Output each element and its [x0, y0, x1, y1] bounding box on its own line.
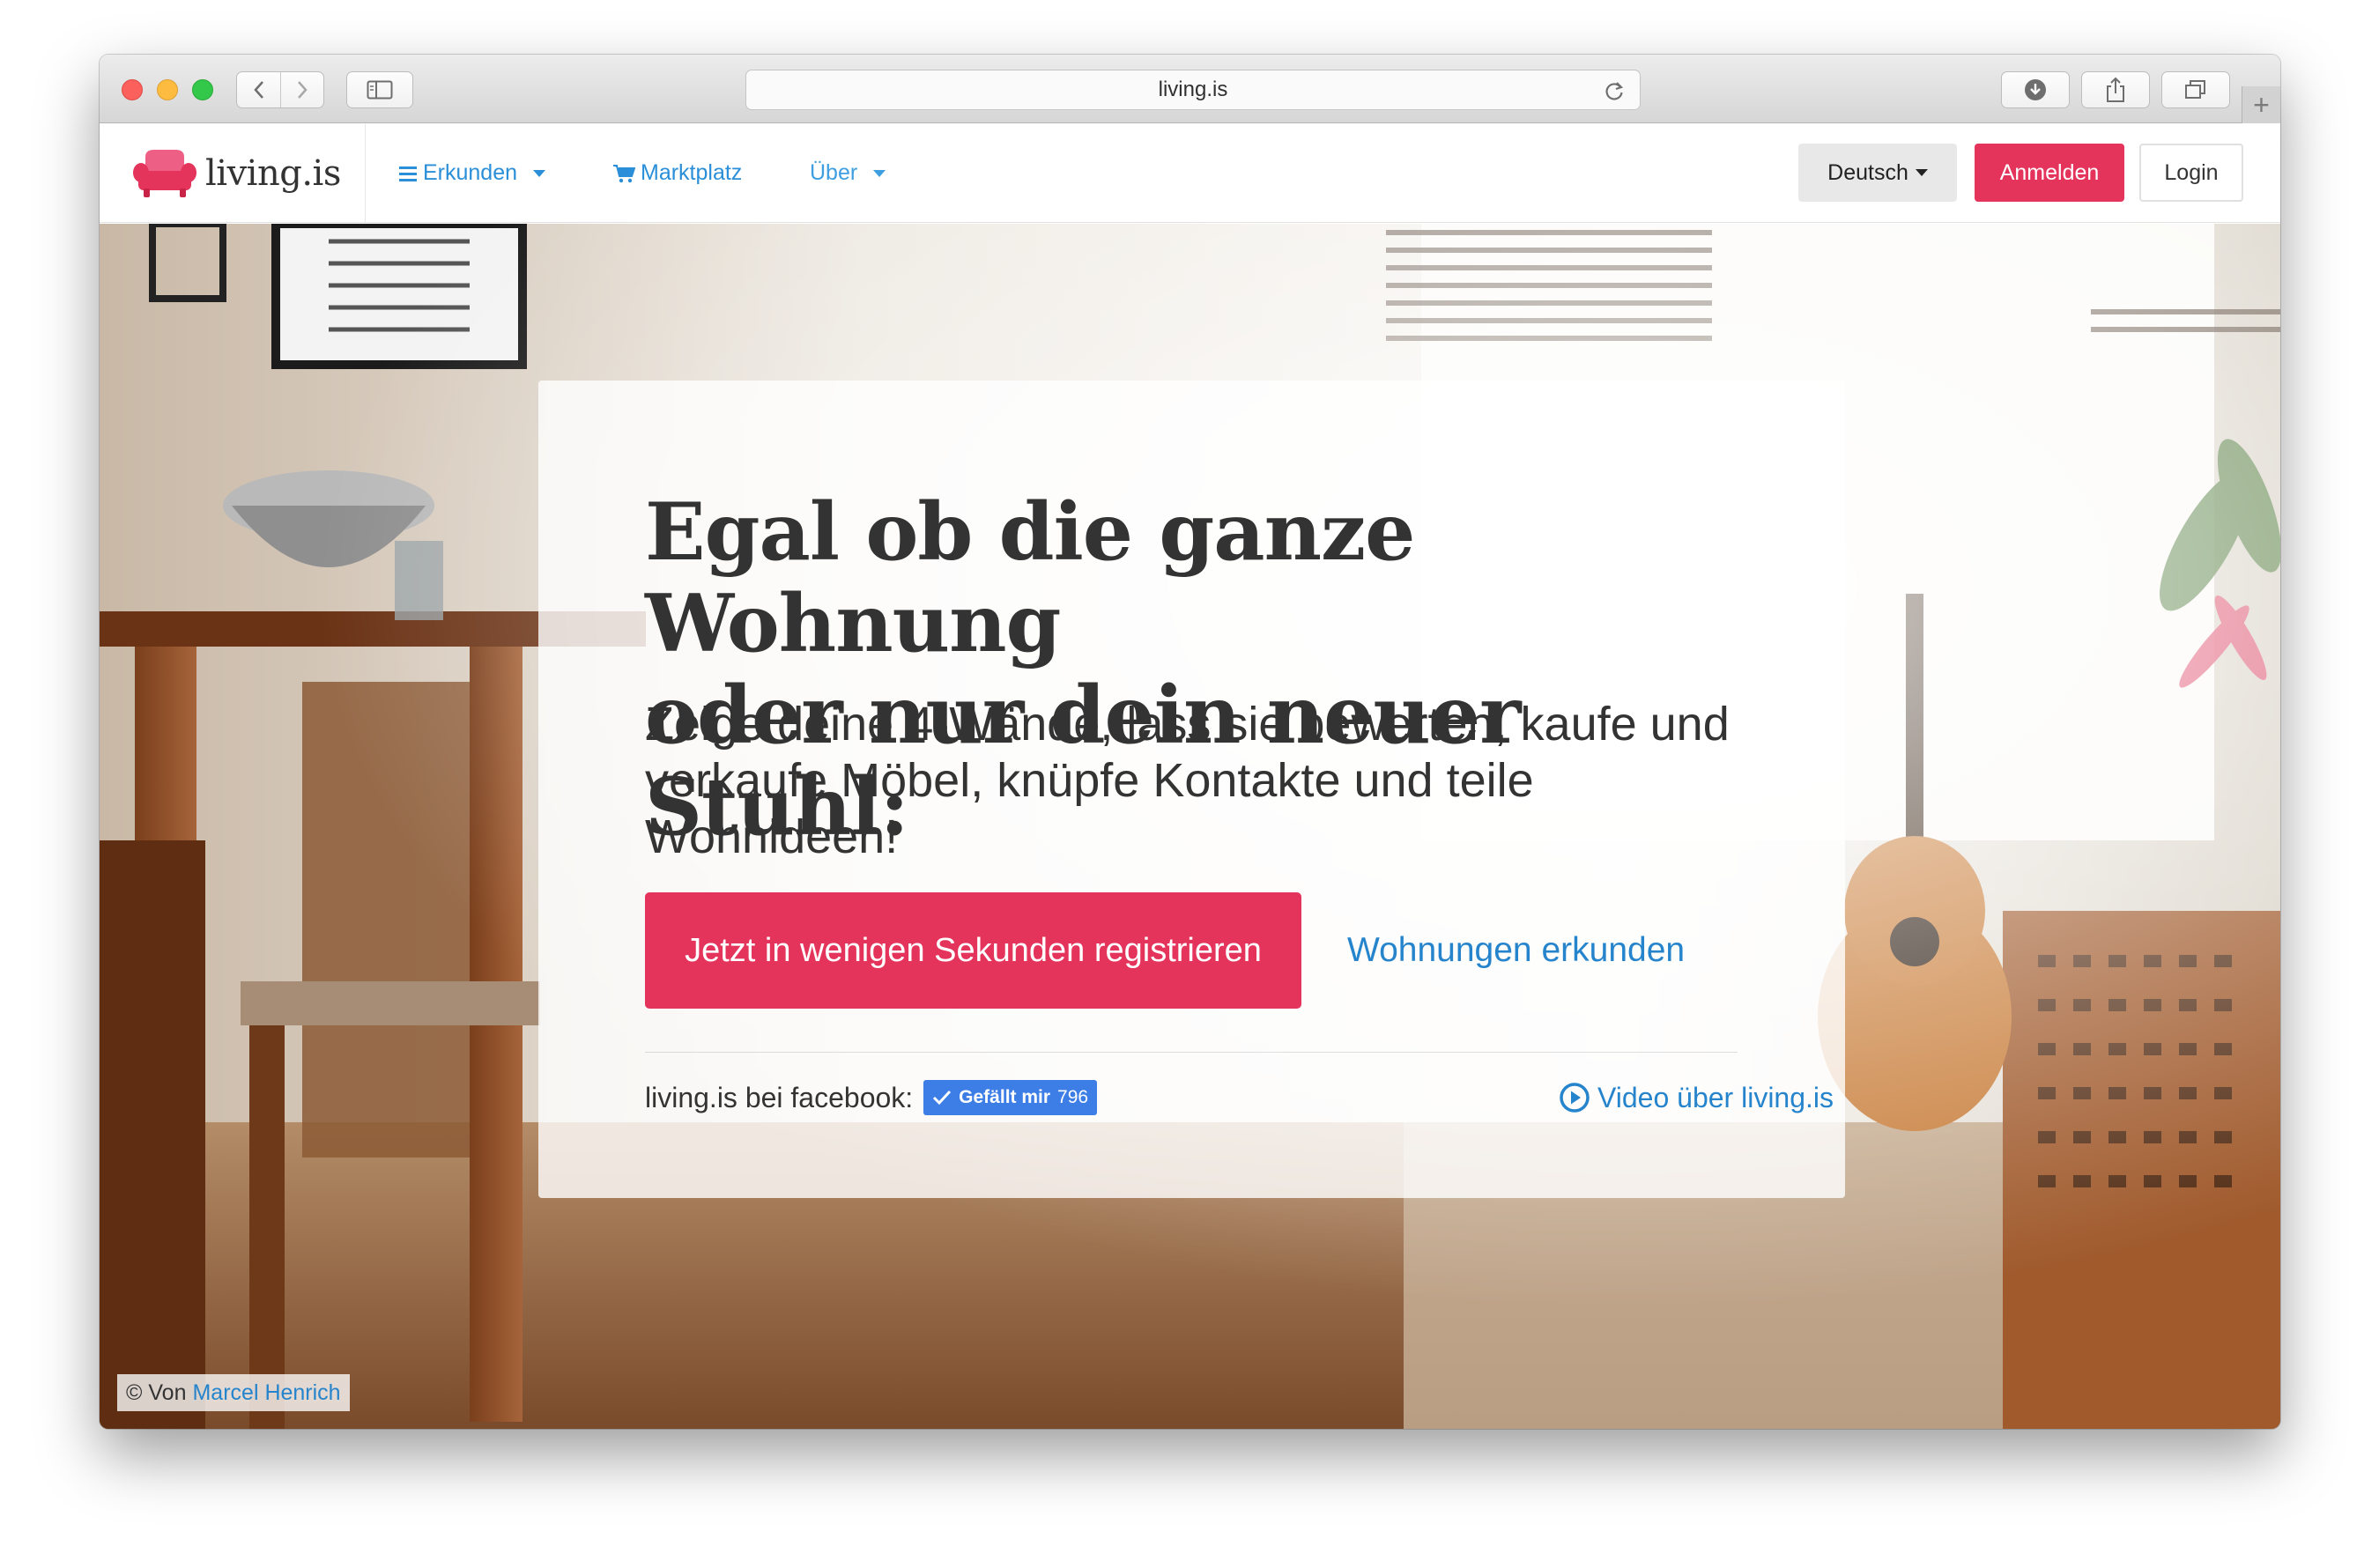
language-select-button[interactable]: Deutsch	[1798, 144, 1957, 202]
back-button[interactable]	[237, 72, 280, 107]
tab-overview-button[interactable]	[2161, 71, 2230, 108]
video-link-label: Video über living.is	[1597, 1081, 1834, 1113]
close-window-button[interactable]	[122, 79, 143, 100]
share-icon	[2107, 77, 2124, 102]
nav-market-link[interactable]: Marktplatz	[612, 124, 742, 222]
chevron-left-icon	[253, 81, 263, 99]
nav-explore-label: Erkunden	[423, 160, 518, 185]
list-icon	[399, 166, 417, 181]
download-icon	[2025, 79, 2046, 100]
facebook-like-count: 796	[1057, 1087, 1089, 1107]
nav-about-dropdown[interactable]: Über	[810, 124, 886, 222]
browser-toolbar: living.is +	[100, 55, 2280, 123]
facebook-label: living.is bei facebook:	[645, 1081, 914, 1113]
facebook-like-button[interactable]: Gefällt mir 796	[923, 1080, 1098, 1115]
chevron-down-icon	[1915, 169, 1928, 176]
signup-button[interactable]: Anmelden	[1975, 144, 2124, 202]
hero-headline-line-1: Egal ob die ganze Wohnung	[645, 485, 1415, 670]
nav-market-label: Marktplatz	[641, 160, 743, 185]
reload-icon[interactable]	[1603, 79, 1626, 102]
forward-button[interactable]	[280, 72, 323, 107]
nav-about-label: Über	[810, 160, 858, 185]
new-tab-button[interactable]: +	[2242, 86, 2280, 123]
tabs-icon	[2185, 80, 2205, 99]
photo-credit-author-link[interactable]: Marcel Henrich	[192, 1380, 340, 1406]
downloads-button[interactable]	[2001, 71, 2070, 108]
armchair-icon	[133, 149, 196, 197]
zoom-window-button[interactable]	[192, 79, 213, 100]
address-bar[interactable]: living.is	[745, 70, 1641, 110]
plus-icon: +	[2253, 89, 2270, 121]
sidebar-toggle-button[interactable]	[346, 71, 413, 108]
login-button[interactable]: Login	[2139, 144, 2243, 202]
address-bar-url: living.is	[1158, 78, 1228, 101]
sidebar-icon	[367, 80, 393, 100]
play-circle-icon	[1560, 1083, 1590, 1113]
history-nav-group	[236, 71, 324, 108]
card-divider	[645, 1052, 1738, 1053]
brand-name: living.is	[205, 152, 341, 194]
facebook-row: living.is bei facebook: Gefällt mir 796	[645, 1078, 1098, 1117]
browser-window: living.is + living.is Erkunden Marktplat…	[100, 55, 2280, 1429]
site-navbar: living.is Erkunden Marktplatz Über Deuts…	[100, 124, 2280, 223]
share-button[interactable]	[2081, 71, 2150, 108]
hero-section: Egal ob die ganze Wohnung oder nur dein …	[100, 224, 2280, 1429]
facebook-like-label: Gefällt mir	[959, 1087, 1051, 1107]
chevron-right-icon	[298, 81, 308, 99]
language-label: Deutsch	[1827, 159, 1908, 185]
hero-card: Egal ob die ganze Wohnung oder nur dein …	[538, 381, 1845, 1198]
chevron-down-icon	[533, 169, 546, 177]
shopping-cart-icon	[613, 164, 635, 182]
photo-credit: © Von Marcel Henrich	[117, 1374, 350, 1411]
checkmark-icon	[933, 1090, 952, 1106]
register-cta-button[interactable]: Jetzt in wenigen Sekunden registrieren	[645, 892, 1301, 1009]
explore-apartments-link[interactable]: Wohnungen erkunden	[1347, 892, 1685, 1009]
hero-subline: Zeige deine 4-Wände, lass sie bewerten, …	[645, 698, 1730, 863]
nav-explore-dropdown[interactable]: Erkunden	[398, 124, 546, 222]
chevron-down-icon	[873, 169, 886, 177]
minimize-window-button[interactable]	[157, 79, 178, 100]
video-link[interactable]: Video über living.is	[1559, 1078, 1834, 1117]
brand-logo-link[interactable]: living.is	[100, 124, 366, 222]
photo-credit-prefix: © Von	[126, 1379, 187, 1405]
